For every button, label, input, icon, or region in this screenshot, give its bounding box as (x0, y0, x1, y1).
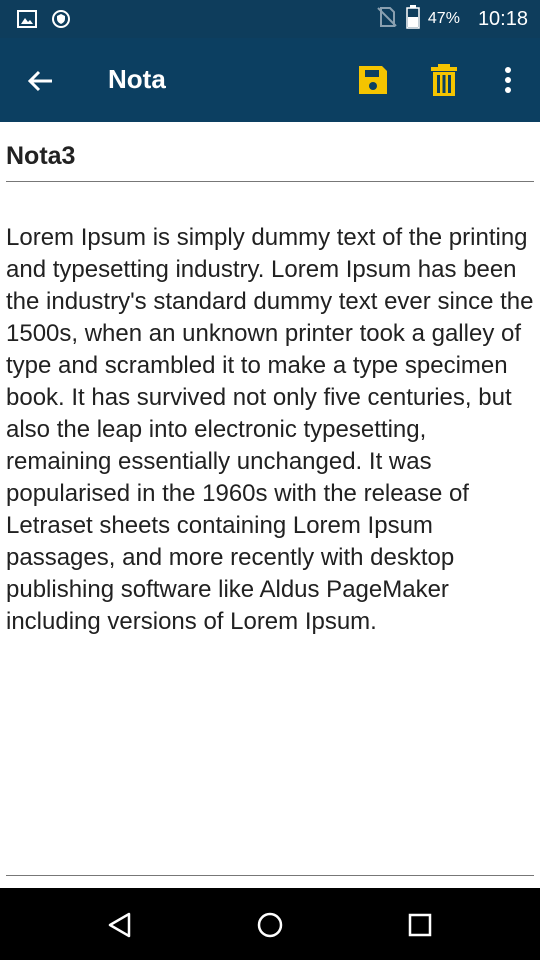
title-divider (6, 181, 534, 182)
save-button[interactable] (355, 62, 391, 98)
nav-back-button[interactable] (105, 910, 135, 940)
app-bar: Nota (0, 38, 540, 122)
save-icon (355, 66, 391, 102)
status-right-area: 47% 10:18 (376, 0, 528, 38)
battery-percentage: 47% (427, 10, 460, 27)
trash-icon (426, 64, 462, 102)
nav-back-icon (105, 912, 135, 944)
more-vert-icon (490, 67, 526, 102)
battery-icon (406, 4, 420, 34)
back-button[interactable] (26, 66, 56, 96)
system-nav-bar (0, 888, 540, 960)
delete-button[interactable] (426, 62, 462, 98)
nav-recents-button[interactable] (405, 910, 435, 940)
body-divider (6, 875, 534, 876)
status-bar: 47% 10:18 (0, 0, 540, 38)
clock: 10:18 (477, 7, 528, 30)
nav-home-icon (255, 912, 285, 944)
shield-icon (51, 9, 71, 34)
nav-home-button[interactable] (255, 910, 285, 940)
nav-recents-icon (405, 913, 435, 944)
app-title: Nota (108, 64, 166, 94)
back-arrow-icon (26, 70, 56, 100)
image-icon (17, 10, 37, 33)
note-title-field[interactable]: Nota3 (6, 142, 75, 171)
more-options-button[interactable] (490, 62, 526, 98)
no-sim-icon (376, 6, 398, 33)
status-left-icons (17, 9, 71, 34)
note-body-field[interactable]: Lorem Ipsum is simply dummy text of the … (6, 222, 534, 638)
